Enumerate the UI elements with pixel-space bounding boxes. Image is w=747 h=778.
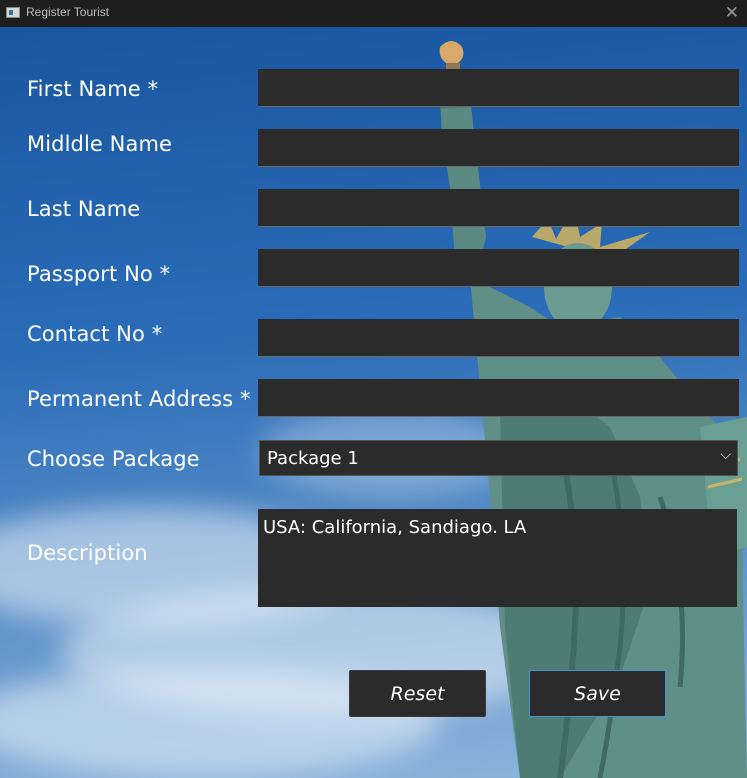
package-selected-value: Package 1	[267, 447, 359, 469]
package-label: Choose Package	[27, 447, 200, 471]
chevron-down-icon: ⌵	[720, 447, 731, 463]
first-name-label: First Name *	[27, 77, 159, 101]
reset-button[interactable]: Reset	[349, 670, 486, 717]
address-input[interactable]	[258, 379, 739, 417]
description-label: Description	[27, 541, 148, 565]
contact-label: Contact No *	[27, 322, 163, 346]
middle-name-input[interactable]	[258, 129, 739, 167]
address-label: Permanent Address *	[27, 387, 251, 411]
save-button[interactable]: Save	[529, 670, 666, 717]
window-title: Register Tourist	[26, 5, 110, 19]
last-name-label: Last Name	[27, 197, 141, 221]
description-textarea[interactable]: USA: California, Sandiago. LA	[258, 509, 737, 607]
passport-input[interactable]	[258, 249, 739, 287]
passport-label: Passport No *	[27, 262, 171, 286]
close-icon[interactable]: ✕	[725, 3, 739, 23]
register-tourist-window: Register Tourist ✕ First Name * Midldle …	[0, 0, 747, 778]
title-bar: Register Tourist ✕	[0, 0, 747, 27]
last-name-input[interactable]	[258, 189, 739, 227]
app-window-icon	[6, 7, 20, 18]
first-name-input[interactable]	[258, 69, 739, 107]
package-select[interactable]: Package 1 ⌵	[259, 440, 738, 476]
middle-name-label: Midldle Name	[27, 132, 173, 156]
contact-input[interactable]	[258, 319, 739, 357]
